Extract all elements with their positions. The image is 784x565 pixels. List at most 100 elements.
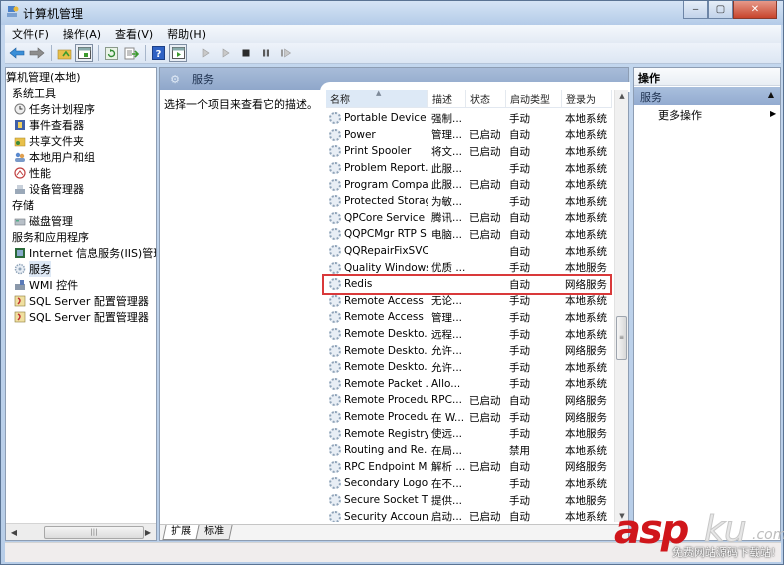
service-row-redis[interactable]: Redis 自动 网络服务 — [326, 276, 612, 293]
tree-item-event-viewer[interactable]: 事件查看器 — [13, 117, 84, 133]
service-row[interactable]: Program Compa...此服... 已启动自动 本地系统 — [326, 176, 612, 193]
users-icon — [13, 151, 26, 164]
clock-icon — [13, 103, 26, 116]
tree-item-services-and-applications[interactable]: 服务和应用程序 — [12, 229, 89, 245]
service-row[interactable]: QQPCMgr RTP S... 电脑... 已启动 自动 本地系统 — [326, 226, 612, 243]
up-level-button[interactable] — [55, 44, 73, 62]
up-folder-icon — [57, 49, 71, 59]
service-row[interactable]: RPC Endpoint M...解析 ...已启动自动 网络服务 — [326, 459, 612, 476]
tree-item-task-scheduler[interactable]: 任务计划程序 — [13, 101, 95, 117]
tree-horizontal-scrollbar[interactable]: ◀ ||| ▶ — [6, 523, 156, 540]
service-status-cell: 已启动 — [469, 212, 501, 225]
more-actions-item[interactable]: 更多操作 — [658, 107, 702, 123]
tree-item-sql-server-config-2[interactable]: SQL Server 配置管理器 — [13, 309, 149, 325]
tree-item-iis-manager[interactable]: Internet 信息服务(IIS)管理器 — [13, 245, 156, 261]
service-row[interactable]: Remote Deskto... 允许... 手动 本地系统 — [326, 359, 612, 376]
service-row[interactable]: Problem Report... 此服... 手动 本地系统 — [326, 160, 612, 177]
tree-item-system-tools[interactable]: 系统工具 — [12, 85, 56, 101]
service-row[interactable]: Remote Packet ... Allo... 手动 本地系统 — [326, 376, 612, 393]
minimize-button[interactable]: ‒ — [683, 1, 708, 19]
service-row[interactable]: Portable Device ...强制... 手动 本地系统 — [326, 110, 612, 127]
close-button[interactable]: ✕ — [733, 1, 777, 19]
tree-item-device-manager[interactable]: 设备管理器 — [13, 181, 84, 197]
tree-item-services[interactable]: 服务 — [13, 261, 51, 277]
tree-item-disk-management[interactable]: 磁盘管理 — [13, 213, 73, 229]
scrollbar-thumb[interactable]: ||| — [44, 526, 144, 539]
show-hide-action-pane-button[interactable] — [169, 44, 187, 62]
collapse-icon[interactable]: ▲ — [768, 90, 774, 99]
pause-service-button[interactable] — [257, 44, 275, 62]
tree-item-performance[interactable]: 性能 — [13, 165, 51, 181]
export-list-button[interactable] — [122, 44, 140, 62]
scroll-down-icon[interactable]: ▼ — [615, 512, 629, 520]
maximize-button[interactable]: ▢ — [708, 1, 733, 19]
service-row[interactable]: Remote Access ... 管理... 手动 本地系统 — [326, 309, 612, 326]
service-name: Quality Windows... — [344, 261, 428, 274]
menu-file[interactable]: 文件(F) — [5, 26, 56, 42]
service-gear-icon — [329, 411, 341, 424]
column-startup-type[interactable]: 启动类型 — [506, 90, 562, 107]
menu-help[interactable]: 帮助(H) — [160, 26, 213, 42]
stop-service-button[interactable] — [237, 44, 255, 62]
show-hide-console-tree-button[interactable] — [75, 44, 93, 62]
tab-standard[interactable]: 标准 — [195, 525, 233, 540]
tree-item-wmi-control[interactable]: WMI 控件 — [13, 277, 78, 293]
menu-view[interactable]: 查看(V) — [108, 26, 160, 42]
back-button[interactable] — [8, 44, 26, 62]
tree-item-shared-folders[interactable]: 共享文件夹 — [13, 133, 84, 149]
service-row[interactable]: Remote Registry 使远... 手动 本地服务 — [326, 425, 612, 442]
service-row[interactable]: Secondary Logon 在不... 手动 本地系统 — [326, 475, 612, 492]
service-row[interactable]: Remote Procedu...在 W... 已启动手动 网络服务 — [326, 409, 612, 426]
tab-extended[interactable]: 扩展 — [162, 525, 200, 540]
service-row[interactable]: Security Account...启动... 已启动自动 本地系统 — [326, 508, 612, 522]
service-description-cell: 使远... — [431, 428, 463, 441]
service-logon-cell: 本地系统 — [565, 477, 607, 490]
service-name-cell: Remote Deskto... — [326, 361, 428, 374]
title-bar[interactable]: 计算机管理 ‒ ▢ ✕ — [1, 1, 783, 25]
column-name[interactable]: ▲ 名称 — [326, 90, 428, 107]
restart-service-button[interactable] — [277, 44, 295, 62]
service-row[interactable]: Power 管理... 已启动 自动 本地系统 — [326, 127, 612, 144]
service-row[interactable]: Quality Windows...优质 ... 手动 本地服务 — [326, 259, 612, 276]
service-startup-type-cell: 手动 — [509, 494, 530, 507]
service-row[interactable]: Remote Deskto... 远程... 手动 本地系统 — [326, 326, 612, 343]
forward-button[interactable] — [28, 44, 46, 62]
tree-item-computer-management[interactable]: 算机管理(本地) — [6, 69, 81, 85]
menu-action[interactable]: 操作(A) — [56, 26, 108, 42]
service-row[interactable]: Protected Storage为敏... 手动 本地系统 — [326, 193, 612, 210]
tree-item-sql-server-config-1[interactable]: SQL Server 配置管理器 — [13, 293, 149, 309]
help-button[interactable]: ? — [149, 44, 167, 62]
services-vertical-scrollbar[interactable]: ▲ ≡ ▼ — [614, 90, 628, 522]
start-service-button[interactable] — [197, 44, 215, 62]
actions-group-services[interactable]: 服务 ▲ — [634, 87, 780, 105]
service-gear-icon — [329, 294, 341, 307]
column-log-on-as[interactable]: 登录为 — [562, 90, 612, 107]
tree-item-local-users-groups[interactable]: 本地用户和组 — [13, 149, 95, 165]
column-status[interactable]: 状态 — [466, 90, 506, 107]
service-row[interactable]: Remote Access ... 无论... 手动 本地系统 — [326, 293, 612, 310]
tree-item-label: 系统工具 — [12, 87, 56, 100]
service-row[interactable]: Print Spooler 将文... 已启动 自动 本地系统 — [326, 143, 612, 160]
scroll-right-icon[interactable]: ▶ — [140, 528, 156, 537]
scroll-left-icon[interactable]: ◀ — [6, 528, 22, 537]
service-name: RPC Endpoint M... — [344, 460, 428, 473]
refresh-button[interactable] — [102, 44, 120, 62]
export-list-icon — [124, 47, 139, 59]
wmi-icon — [13, 279, 26, 292]
tree-item-label: 磁盘管理 — [29, 215, 73, 228]
start-service-alt-button[interactable] — [217, 44, 235, 62]
scroll-up-icon[interactable]: ▲ — [615, 92, 629, 100]
service-name-cell: Print Spooler — [326, 145, 428, 158]
service-row[interactable]: Secure Socket T... 提供... 手动 本地服务 — [326, 492, 612, 509]
service-row[interactable]: QQRepairFixSVC 自动 本地系统 — [326, 243, 612, 260]
service-row[interactable]: QPCore Service 腾讯... 已启动 自动 本地系统 — [326, 210, 612, 227]
tree-item-label: 本地用户和组 — [29, 151, 95, 164]
service-row[interactable]: Remote Deskto... 允许... 手动 网络服务 — [326, 342, 612, 359]
tree-item-storage[interactable]: 存储 — [12, 197, 34, 213]
computer-management-window: 计算机管理 ‒ ▢ ✕ 文件(F) 操作(A) 查看(V) 帮助(H) ? 算机… — [0, 0, 784, 565]
service-row[interactable]: Remote Procedu...RPC... 已启动自动 网络服务 — [326, 392, 612, 409]
service-row[interactable]: Routing and Re... 在局... 禁用 本地系统 — [326, 442, 612, 459]
column-description[interactable]: 描述 — [428, 90, 466, 107]
scrollbar-thumb[interactable]: ≡ — [616, 316, 627, 360]
service-status-cell: 已启动 — [469, 179, 501, 192]
